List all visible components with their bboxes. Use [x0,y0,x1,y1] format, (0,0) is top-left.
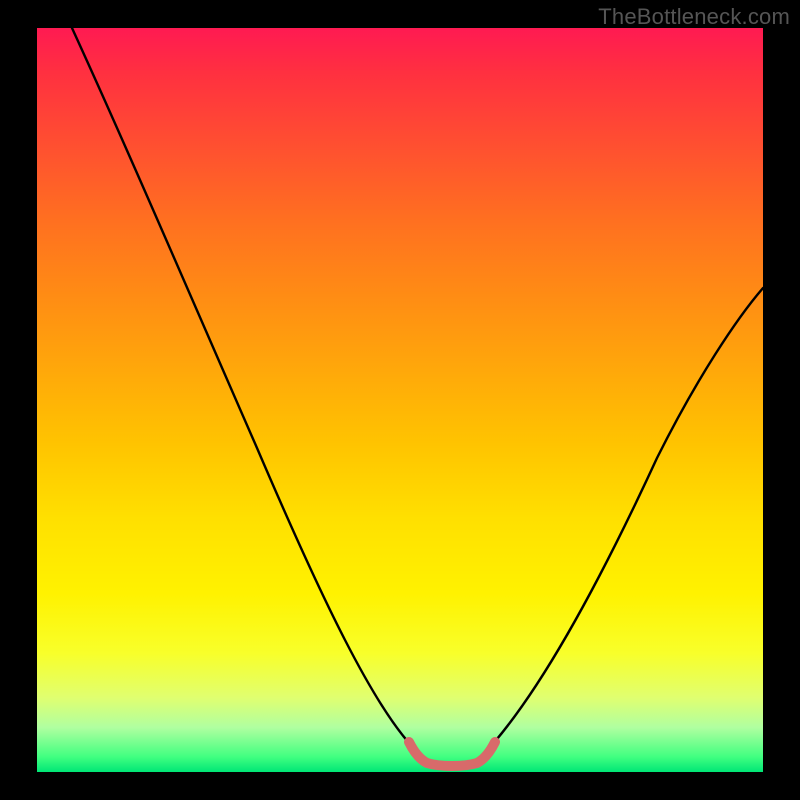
watermark-text: TheBottleneck.com [598,4,790,30]
bottleneck-curve [72,28,763,765]
plateau-highlight [409,742,495,766]
chart-frame: TheBottleneck.com [0,0,800,800]
chart-svg [37,28,763,772]
plot-area [37,28,763,772]
